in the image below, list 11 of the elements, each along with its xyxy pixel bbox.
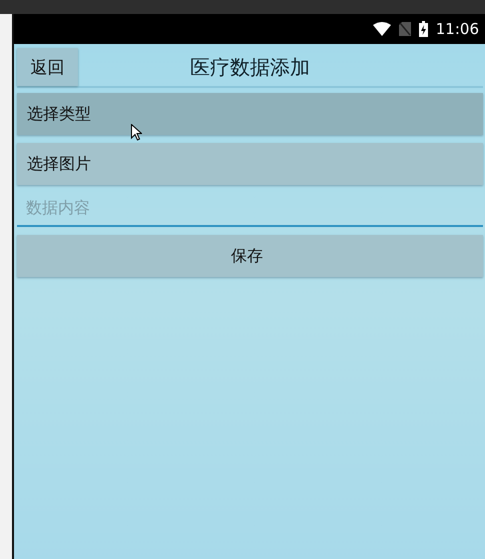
- mouse-pointer-icon: [131, 124, 142, 141]
- content-field[interactable]: 数据内容: [17, 189, 483, 227]
- select-button[interactable]: 选择图片: [17, 143, 483, 185]
- select-button[interactable]: 选择类型: [17, 93, 483, 135]
- page-title: 医疗数据添加: [190, 54, 310, 80]
- back-button[interactable]: 返回: [17, 48, 78, 86]
- no-sim-icon: [398, 22, 411, 36]
- save-button[interactable]: 保存: [17, 235, 483, 277]
- clock: 11:06: [436, 20, 479, 38]
- wifi-icon: [372, 22, 391, 36]
- battery-charging-icon: [418, 21, 428, 37]
